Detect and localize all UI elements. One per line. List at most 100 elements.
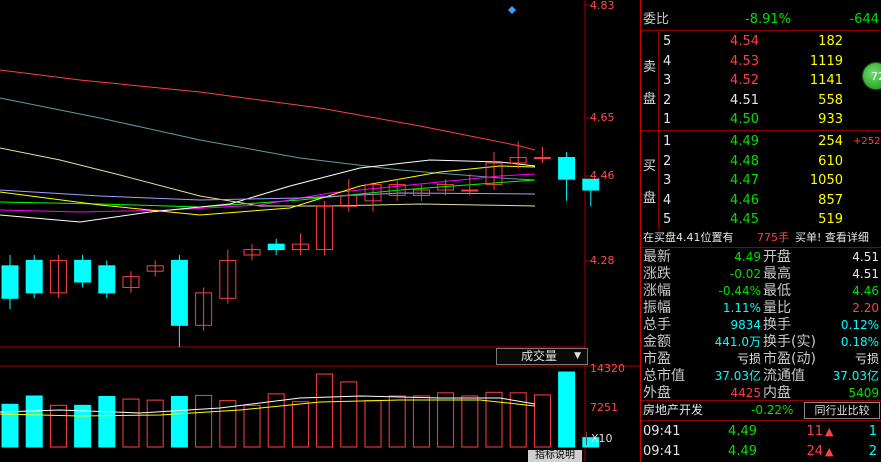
tick-time: 09:41 (643, 444, 681, 459)
sector-pct: -0.22% (751, 403, 794, 417)
level-number: 3 (663, 73, 672, 89)
ma10-line (0, 165, 536, 216)
ask-price: 4.54 (730, 34, 759, 49)
level-number: 2 (663, 92, 672, 108)
alert-text: 在买盘4.41位置有 (643, 231, 734, 244)
ask-volume: 1141 (809, 73, 843, 89)
sell-level-row: 5 4.54 182 (641, 32, 881, 51)
volume-bar (170, 395, 188, 448)
price-axis-label-2: 4.65 (590, 111, 615, 124)
volume-bar (195, 394, 213, 448)
volume-bar (98, 395, 116, 448)
volume-bar (340, 381, 358, 448)
bid-price: 4.46 (730, 192, 759, 208)
tick-price: 4.49 (728, 424, 757, 439)
sell-level-row: 4 4.53 1119 (641, 52, 881, 71)
level-number: 4 (663, 53, 672, 69)
volume-bar (74, 404, 92, 448)
volume-bar (243, 404, 261, 448)
weibi-label: 委比 (643, 12, 670, 27)
indicator-dropdown[interactable]: 成交量 ▼ (496, 348, 588, 365)
candle-body (533, 157, 551, 160)
tick-row: 09:41 4.49 11 ▲ 1 (641, 422, 881, 441)
volume-axis-label-1: 14320 (590, 362, 625, 375)
volume-bar (437, 392, 455, 448)
sector-name[interactable]: 房地产开发 (643, 401, 703, 420)
candle-body (461, 189, 479, 192)
candle-body (558, 157, 576, 180)
divider (641, 420, 881, 421)
volume-bar (316, 373, 334, 448)
volume-bar (412, 395, 430, 448)
level-number: 1 (663, 112, 672, 128)
buy-level-row: 1 4.49 254 +252 (641, 132, 881, 151)
tick-row: 09:41 4.49 24 ▲ 2 (641, 442, 881, 461)
bid-price: 4.45 (730, 212, 759, 228)
tick-count: 2 (868, 444, 877, 459)
volume-bar (49, 404, 67, 448)
chevron-down-icon: ▼ (574, 351, 581, 361)
level-number: 4 (663, 192, 672, 208)
volume-bar (558, 371, 576, 448)
tick-volume: 11 (806, 424, 823, 439)
volume-bar (364, 400, 382, 448)
candle-body (1, 265, 19, 299)
divider (641, 130, 881, 131)
candle-body (170, 259, 188, 326)
buy-level-row: 4 4.46 857 (641, 191, 881, 210)
alert-volume: 775手 (757, 231, 789, 244)
level-number: 5 (663, 212, 672, 228)
bid-price: 4.48 (730, 153, 759, 169)
weibi-diff: -644 (849, 12, 879, 27)
tick-price: 4.49 (728, 444, 757, 459)
level-number: 5 (663, 34, 672, 49)
ma30-line (0, 147, 536, 207)
tick-time: 09:41 (643, 424, 681, 439)
volume-bar (461, 395, 479, 448)
weibi-pct: -8.91% (745, 12, 791, 27)
volume-multiplier: X10 (586, 432, 613, 445)
candle-body (25, 259, 43, 294)
ask-price: 4.51 (730, 92, 759, 108)
candle-body (98, 265, 116, 294)
alert-link[interactable]: 买单! 查看详细 (795, 229, 869, 247)
ask-volume: 1119 (809, 53, 843, 69)
volume-bar (122, 398, 140, 448)
volume-bar (388, 395, 406, 448)
diamond-marker-icon (508, 6, 516, 14)
divider (641, 30, 881, 31)
level-number: 2 (663, 153, 672, 169)
price-axis-label-1: 4.83 (590, 0, 615, 12)
volume-bar (146, 399, 164, 448)
bid-price: 4.47 (730, 173, 759, 189)
volume-ma5-line (0, 395, 536, 414)
kline-chart[interactable] (0, 0, 640, 462)
ask-volume: 933 (818, 112, 843, 128)
price-axis-label-4: 4.28 (590, 254, 615, 267)
indicator-help-button[interactable]: 指标说明 (528, 450, 582, 462)
big-order-alert[interactable]: 在买盘4.41位置有 775手 买单! 查看详细 (641, 229, 881, 247)
sell-level-row: 3 4.52 1141 (641, 71, 881, 90)
bid-volume: 519 (818, 212, 843, 228)
price-axis-label-3: 4.46 (590, 169, 615, 182)
kline-chart-area[interactable]: 4.83 4.65 4.46 4.28 成交量 ▼ 14320 7251 X10… (0, 0, 640, 462)
tick-count: 1 (868, 424, 877, 439)
volume-axis-label-2: 7251 (590, 401, 618, 414)
volume-bar (25, 395, 43, 448)
bid-volume: 610 (818, 153, 843, 169)
indicator-dropdown-value: 成交量 (521, 349, 558, 363)
level-number: 1 (663, 134, 672, 149)
ask-price: 4.50 (730, 112, 759, 128)
sell-level-row: 1 4.50 933 (641, 110, 881, 129)
candle-body (74, 259, 92, 283)
ma5-line (0, 159, 536, 223)
ask-price: 4.52 (730, 73, 759, 89)
ma120-line (0, 69, 536, 151)
buy-level-row: 2 4.48 610 (641, 152, 881, 171)
bid-change: +252 (853, 136, 881, 147)
bid-volume: 857 (818, 192, 843, 208)
industry-compare-button[interactable]: 同行业比较 (804, 402, 880, 419)
ask-price: 4.53 (730, 53, 759, 69)
candle-body (267, 243, 285, 251)
volume-bar (291, 401, 309, 448)
